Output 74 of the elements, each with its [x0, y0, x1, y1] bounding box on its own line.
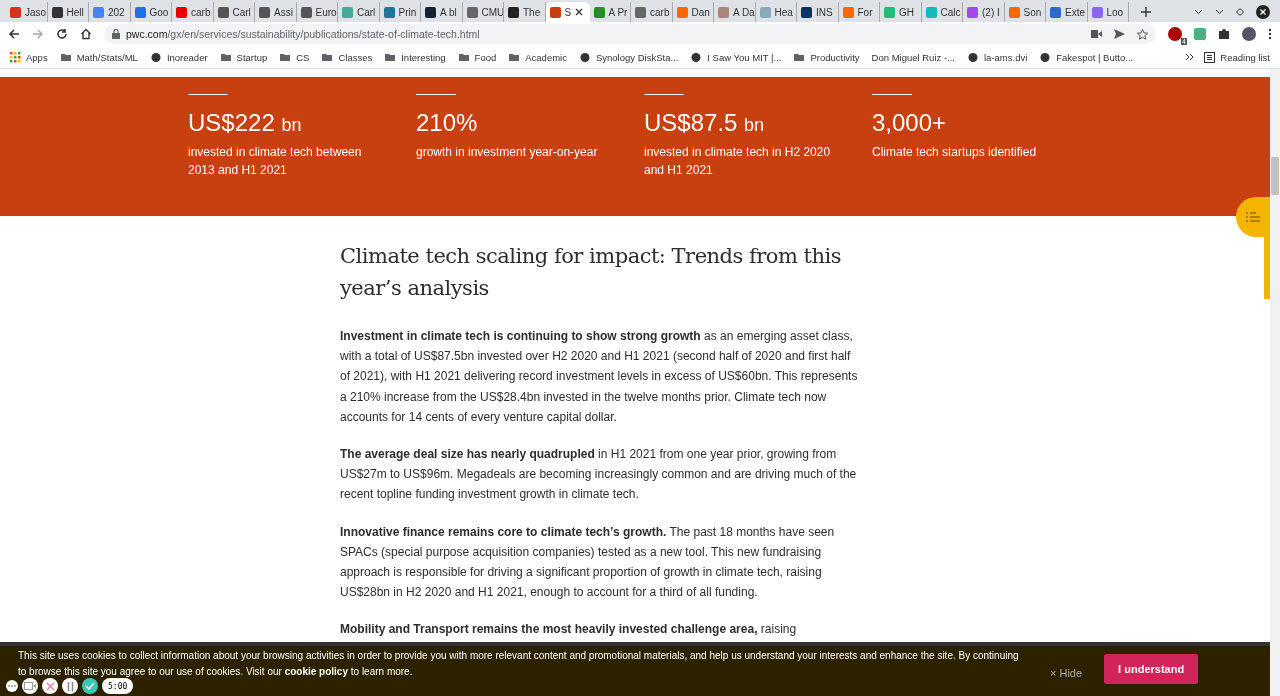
cookie-policy-link[interactable]: cookie policy [284, 665, 348, 677]
bookmark-item[interactable]: la-ams.dvi [967, 51, 1028, 63]
camera-icon[interactable] [1091, 30, 1102, 38]
reading-list-icon [1204, 51, 1216, 63]
avatar-icon[interactable] [1242, 27, 1256, 41]
list-icon [1246, 212, 1260, 222]
extension-icon[interactable] [1168, 27, 1182, 41]
browser-tab[interactable]: S [545, 2, 590, 22]
bookmark-item[interactable]: Math/Stats/ML [59, 51, 138, 63]
send-icon[interactable] [1114, 29, 1125, 39]
article-paragraph: Innovative finance remains core to climate tech’s growth. The past 18 months have seen SPACs (special purpose acquisition companies) tested as a new tool. This new fundraising approach is responsible for driving a significant proportion of growth in climate tech, raising US$28bn in H2 2020 and H1 2021, enough to account for a third of all funding. [340, 523, 836, 602]
folder-icon [59, 51, 72, 63]
stat-caption: growth in investment year-on-year [416, 144, 599, 161]
article-paragraph: The average deal size has nearly quadrupled in H1 2021 from one year prior, growing from US$27m to US$96m. Megadeals are becoming increasingly common and are driving much of the recent topline funding investment growth in climate tech. [340, 446, 858, 504]
folder-icon [793, 51, 806, 63]
star-icon[interactable] [1137, 28, 1148, 40]
scrollbar-thumb[interactable] [1271, 157, 1279, 195]
bookmark-item[interactable]: Fakespot | Butto... [1039, 51, 1134, 63]
hide-button[interactable]: × Hide [1050, 667, 1083, 679]
chevron-down-icon[interactable] [1194, 9, 1203, 15]
double-chevron-icon[interactable] [1185, 53, 1195, 61]
folder-icon [321, 51, 334, 63]
folder-icon [279, 51, 292, 63]
lock-icon [112, 29, 120, 39]
site-icon [1039, 51, 1052, 63]
camera-icon [24, 682, 36, 690]
bookmark-item[interactable]: Startup [219, 51, 268, 63]
bookmark-item[interactable]: Inoreader [149, 51, 208, 63]
plus-icon[interactable] [1141, 7, 1151, 17]
folder-icon [457, 51, 470, 63]
stat-value: 3,000+ [872, 109, 948, 137]
apps-grid-icon [10, 51, 21, 63]
stat-value: US$222 bn [188, 109, 303, 137]
reload-icon[interactable] [56, 28, 68, 40]
bookmark-item[interactable]: I Saw You MIT |... [690, 51, 782, 63]
check-icon [85, 682, 95, 690]
bookmark-item[interactable]: Food [457, 51, 497, 63]
stat-caption: Climate tech startups identified [872, 144, 1038, 161]
site-icon [149, 51, 162, 63]
site-icon [967, 51, 979, 63]
bookmark-item[interactable]: Don Miguel Ruiz -... [871, 51, 955, 63]
cookie-notice-text: This site uses cookies to collect information about your browsing activities in order to provide you with more relevant content and promotional materials, and help us understand your interests and enhance the site. By continuing to browse this site you agree to our use of cookies. Visit our cookie policy to learn more. [18, 649, 1020, 679]
bookmark-item[interactable]: CS [279, 51, 310, 63]
bookmark-item[interactable]: Synology DiskSta... [578, 51, 679, 63]
site-icon [578, 51, 591, 63]
menu-icon[interactable] [1268, 28, 1272, 40]
article-paragraph: Mobility and Transport remains the most heavily invested challenge area, raising [340, 621, 798, 639]
table-of-contents-button[interactable] [1236, 197, 1270, 237]
close-icon[interactable] [575, 8, 584, 16]
address-bar[interactable]: pwc.com/gx/en/services/sustainability/publications/state-of-climate-tech.html [104, 24, 1156, 44]
accept-button[interactable]: I understand [1104, 654, 1199, 684]
folder-icon [219, 51, 232, 63]
bookmark-item[interactable]: Apps [10, 51, 48, 63]
home-icon[interactable] [80, 28, 92, 40]
stat-caption: invested in climate tech in H2 2020 and H1 2021 [644, 144, 832, 179]
article-heading: Climate tech scaling for impact: Trends from this year’s analysis [340, 243, 842, 302]
pause-icon [66, 681, 74, 691]
folder-icon [384, 51, 397, 63]
diamond-icon[interactable] [1236, 8, 1244, 16]
reading-list-button[interactable]: Reading list [1204, 51, 1270, 63]
bookmark-item[interactable]: Interesting [384, 51, 446, 63]
folder-icon [508, 51, 521, 63]
stat-value: 210% [416, 109, 479, 137]
bookmark-item[interactable]: Academic [508, 51, 567, 63]
site-icon [690, 51, 703, 63]
close-icon [45, 681, 55, 691]
timer-button[interactable]: 5:00 [102, 678, 134, 694]
bookmark-item[interactable]: Classes [321, 51, 373, 63]
back-arrow-icon[interactable] [8, 28, 20, 40]
stat-value: US$87.5 bn [644, 109, 766, 137]
article-paragraph: Investment in climate tech is continuing to show strong growth as an emerging asset class, with a total of US$87.5bn invested over H2 2020 and H1 2021 (second half of 2020 and first half of 2021), with H1 2021 delivering record investment levels in excess of US$60bn. This represents a 210% increase from the US$28.4bn invested in the twelve months prior. Climate tech now accounts for 14 cents of every venture capital dollar. [340, 328, 859, 426]
bookmark-item[interactable]: Productivity [793, 51, 860, 63]
stat-caption: invested in climate tech between 2013 and H1 2021 [188, 144, 363, 179]
close-icon[interactable] [1256, 5, 1270, 19]
